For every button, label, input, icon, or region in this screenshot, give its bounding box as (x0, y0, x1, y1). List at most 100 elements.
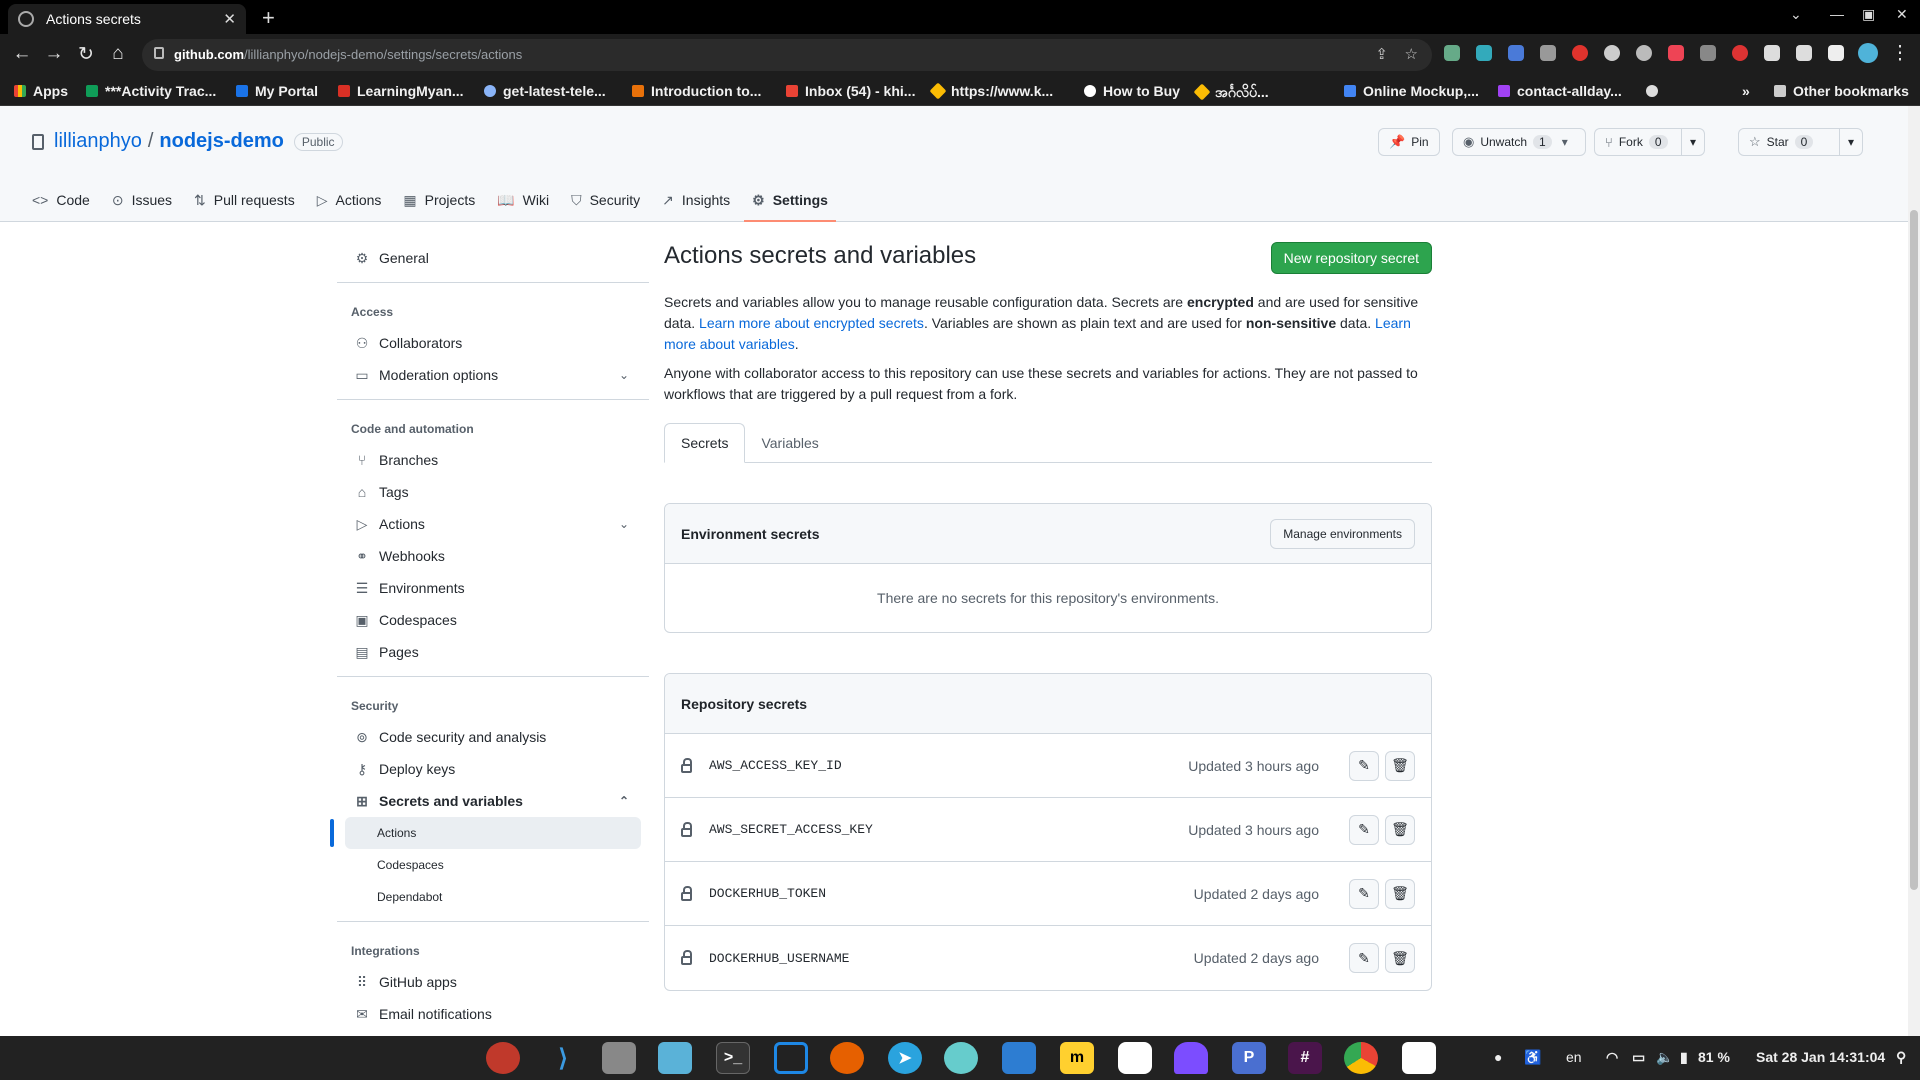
slack-icon[interactable]: # (1288, 1042, 1322, 1074)
bookmark-star-icon[interactable]: ☆ (1405, 45, 1418, 63)
tab-insights[interactable]: ↗ Insights (662, 178, 730, 222)
share-icon[interactable]: ⇪ (1375, 45, 1388, 63)
tab-security[interactable]: ⛉ Security (571, 178, 640, 222)
sidebar-subitem-codespaces[interactable]: Codespaces (337, 849, 649, 881)
telegram-icon[interactable]: ➤ (888, 1042, 922, 1074)
reader-app-icon[interactable] (658, 1042, 692, 1074)
scrollbar-thumb[interactable] (1910, 210, 1918, 890)
manage-environments-button[interactable]: Manage environments (1270, 519, 1415, 549)
tab-settings[interactable]: ⚙ Settings (744, 178, 836, 222)
tab-issues[interactable]: ⊙ Issues (112, 178, 172, 222)
miro-icon[interactable]: m (1060, 1042, 1094, 1074)
sidebar-item-codespaces[interactable]: ▣ Codespaces (337, 604, 649, 636)
bookmark-item[interactable]: How to Buy (1084, 83, 1180, 99)
repo-owner-link[interactable]: lillianphyo (54, 130, 142, 153)
pin-button[interactable]: 📌 Pin (1378, 128, 1440, 156)
wifi-icon[interactable]: ◠ (1606, 1049, 1618, 1066)
sidebar-item-collaborators[interactable]: ⚇ Collaborators (337, 327, 649, 359)
browser-tab[interactable]: Actions secrets ✕ (8, 4, 246, 34)
fork-menu-button[interactable]: ▾ (1681, 128, 1706, 156)
close-tab-icon[interactable]: ✕ (223, 10, 236, 28)
bookmark-apps[interactable]: Apps (14, 83, 68, 99)
sidebar-item-moderation[interactable]: ▭ Moderation options ⌄ (337, 359, 649, 391)
extension-icon[interactable] (1540, 45, 1556, 61)
reading-list-icon[interactable] (1796, 45, 1812, 61)
sidebar-item-email-notifications[interactable]: ✉ Email notifications (337, 998, 649, 1030)
translate-extension-icon[interactable] (1508, 45, 1524, 61)
repo-name-link[interactable]: nodejs-demo (159, 130, 283, 153)
close-window-icon[interactable]: ✕ (1896, 6, 1908, 23)
volume-icon[interactable]: 🔈 (1656, 1049, 1673, 1066)
extension-icon[interactable] (1636, 45, 1652, 61)
notification-icon[interactable]: ● (1494, 1049, 1502, 1065)
sidebar-item-secrets-variables[interactable]: ⊞ Secrets and variables ⌃ (337, 785, 649, 817)
unwatch-button[interactable]: ◉ Unwatch 1 ▾ (1452, 128, 1586, 156)
extension-icon[interactable] (1476, 45, 1492, 61)
sidebar-subitem-dependabot[interactable]: Dependabot (337, 881, 649, 913)
chrome-icon[interactable] (1344, 1042, 1378, 1074)
tab-code[interactable]: <> Code (32, 178, 90, 222)
page-scrollbar[interactable] (1908, 106, 1920, 1036)
bookmark-item[interactable]: LearningMyan... (338, 83, 464, 99)
tab-variables[interactable]: Variables (745, 424, 834, 462)
edit-secret-button[interactable]: ✎ (1349, 878, 1379, 909)
browser-menu-icon[interactable]: ⋮ (1888, 42, 1912, 65)
delete-secret-button[interactable]: 🗑 (1385, 943, 1415, 973)
fork-button[interactable]: ⑂ Fork 0 (1594, 128, 1682, 156)
edit-secret-button[interactable]: ✎ (1349, 750, 1379, 781)
back-icon[interactable]: ← (10, 43, 34, 65)
tab-pull-requests[interactable]: ⇅ Pull requests (194, 178, 295, 222)
firefox-icon[interactable] (830, 1042, 864, 1074)
clickup-icon[interactable] (1118, 1042, 1152, 1074)
files-icon[interactable] (602, 1042, 636, 1074)
adblock-extension-icon[interactable] (1572, 45, 1588, 61)
sidebar-subitem-actions[interactable]: Actions (330, 817, 641, 849)
new-repository-secret-button[interactable]: New repository secret (1270, 242, 1432, 274)
app-icon[interactable] (1002, 1042, 1036, 1074)
bookmark-gmail[interactable]: Inbox (54) - khi... (786, 83, 915, 99)
extension-icon[interactable] (1444, 45, 1460, 61)
sidebar-item-branches[interactable]: ⑂ Branches (337, 444, 649, 476)
puzzle-extensions-icon[interactable] (1764, 45, 1780, 61)
forward-icon[interactable]: → (42, 43, 66, 65)
extension-icon[interactable] (1732, 45, 1748, 61)
keyboard-language[interactable]: en (1566, 1049, 1582, 1065)
sidebar-item-github-apps[interactable]: ⠿ GitHub apps (337, 966, 649, 998)
bookmark-item[interactable]: Online Mockup,... (1344, 83, 1479, 99)
bookmark-item[interactable]: contact-allday... (1498, 83, 1622, 99)
reload-icon[interactable]: ↻ (74, 43, 98, 66)
star-list-button[interactable]: ▾ (1839, 128, 1864, 156)
obsidian-icon[interactable] (1174, 1042, 1208, 1074)
learn-encrypted-secrets-link[interactable]: Learn more about encrypted secrets (699, 315, 924, 331)
profile-avatar[interactable] (1858, 43, 1878, 63)
tab-secrets[interactable]: Secrets (664, 423, 746, 463)
delete-secret-button[interactable]: 🗑 (1385, 814, 1415, 845)
address-bar[interactable]: github.com/lillianphyo/nodejs-demo/setti… (142, 39, 1432, 71)
tab-search-icon[interactable]: ⌄ (1790, 6, 1802, 23)
bookmark-item[interactable]: အင်္ဂလိပ်... (1193, 83, 1269, 104)
terminal-icon[interactable]: >_ (716, 1042, 750, 1074)
accessibility-icon[interactable]: ♿ (1524, 1049, 1541, 1066)
sidebar-item-webhooks[interactable]: ⚭ Webhooks (337, 540, 649, 572)
new-tab-icon[interactable]: + (262, 5, 275, 31)
bookmark-item[interactable]: ***Activity Trac... (86, 83, 216, 99)
bookmark-globe-icon[interactable] (1646, 83, 1665, 99)
side-panel-icon[interactable] (1828, 45, 1844, 61)
bookmark-item[interactable]: Introduction to... (632, 83, 761, 99)
battery-icon[interactable]: ▮ (1680, 1049, 1688, 1066)
sidebar-item-tags[interactable]: ⌂ Tags (337, 476, 649, 508)
clock[interactable]: Sat 28 Jan 14:31:04 (1756, 1049, 1885, 1065)
vpn-icon[interactable]: ▭ (1632, 1049, 1645, 1066)
edit-secret-button[interactable]: ✎ (1349, 814, 1379, 845)
delete-secret-button[interactable]: 🗑 (1385, 878, 1415, 909)
tab-actions[interactable]: ▷ Actions (317, 178, 382, 222)
sidebar-item-code-security[interactable]: ⊚ Code security and analysis (337, 721, 649, 753)
tab-wiki[interactable]: 📖 Wiki (497, 178, 549, 222)
home-icon[interactable]: ⌂ (106, 43, 130, 65)
secure-lock-icon[interactable] (154, 47, 164, 59)
sidebar-item-deploy-keys[interactable]: ⚷ Deploy keys (337, 753, 649, 785)
extension-icon[interactable] (1700, 45, 1716, 61)
text-editor-icon[interactable] (1402, 1042, 1436, 1074)
extension-icon[interactable] (1668, 45, 1684, 61)
app-icon[interactable]: P (1232, 1042, 1266, 1074)
